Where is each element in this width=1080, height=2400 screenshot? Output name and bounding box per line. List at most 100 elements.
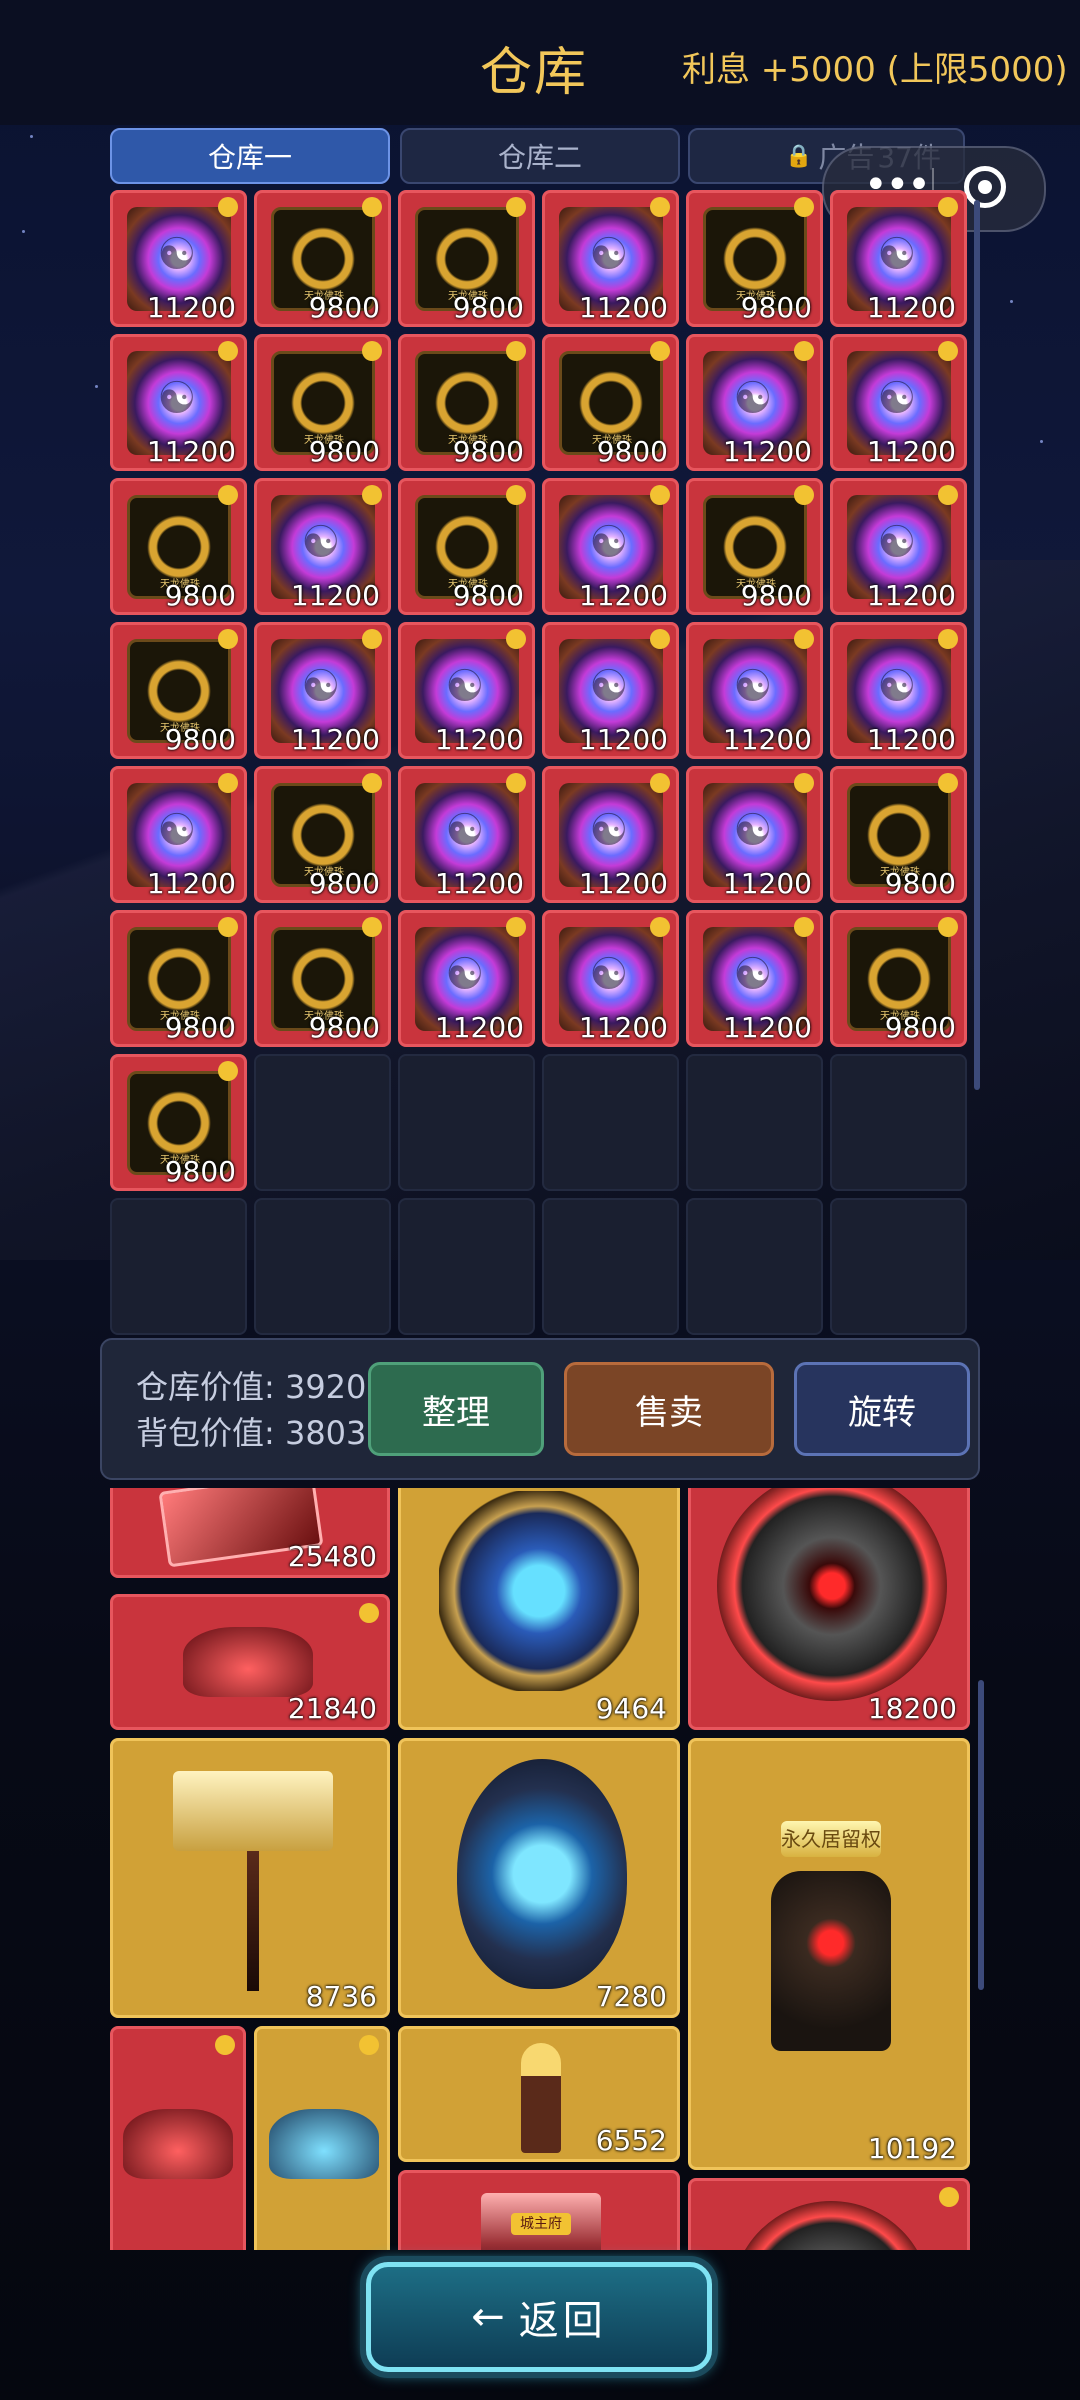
backpack-scrollbar[interactable]: [978, 1680, 984, 1990]
item-price: 11200: [146, 291, 236, 324]
warehouse-item-dragon-beads[interactable]: 9800: [686, 478, 823, 615]
warehouse-empty-slot[interactable]: [254, 1054, 391, 1191]
warehouse-item-dragon-beads[interactable]: 9800: [398, 190, 535, 327]
warehouse-empty-slot[interactable]: [542, 1054, 679, 1191]
sneakers-icon: [183, 1627, 313, 1697]
warehouse-empty-slot[interactable]: [830, 1198, 967, 1335]
warehouse-item-taiji-orb[interactable]: 11200: [686, 622, 823, 759]
new-badge-dot: [506, 197, 526, 217]
item-price: 9800: [308, 291, 380, 324]
new-badge-dot: [218, 629, 238, 649]
rotate-button[interactable]: 旋转: [794, 1362, 970, 1456]
warehouse-empty-slot[interactable]: [254, 1198, 391, 1335]
warehouse-item-taiji-orb[interactable]: 11200: [110, 190, 247, 327]
warehouse-item-dragon-beads[interactable]: 9800: [110, 1054, 247, 1191]
bag-item-red-orb[interactable]: 18200: [688, 1488, 970, 1730]
warehouse-item-taiji-orb[interactable]: 11200: [398, 766, 535, 903]
item-price: 11200: [866, 291, 956, 324]
warehouse-item-dragon-beads[interactable]: 9800: [686, 190, 823, 327]
warehouse-item-taiji-orb[interactable]: 11200: [110, 334, 247, 471]
sell-button[interactable]: 售卖: [564, 1362, 774, 1456]
warehouse-empty-slot[interactable]: [830, 1054, 967, 1191]
item-price: 9800: [164, 723, 236, 756]
warehouse-item-taiji-orb[interactable]: 11200: [542, 190, 679, 327]
bag-item-tech-badge[interactable]: 9464: [398, 1488, 680, 1730]
warehouse-item-taiji-orb[interactable]: 11200: [686, 334, 823, 471]
warehouse-item-taiji-orb[interactable]: 11200: [110, 766, 247, 903]
city-hall-plaque: 城主府: [511, 2213, 571, 2235]
bag-item-blue-sneakers[interactable]: [254, 2026, 390, 2250]
warehouse-scrollbar[interactable]: [974, 200, 980, 1090]
tab-warehouse-1[interactable]: 仓库一: [110, 128, 390, 184]
warehouse-empty-slot[interactable]: [686, 1198, 823, 1335]
sneakers-icon: [269, 2109, 379, 2179]
warehouse-item-taiji-orb[interactable]: 11200: [830, 622, 967, 759]
warehouse-empty-slot[interactable]: [398, 1054, 535, 1191]
bag-item-certificate[interactable]: 25480: [110, 1488, 390, 1578]
warehouse-item-taiji-orb[interactable]: 11200: [830, 190, 967, 327]
header-bar: 仓库 利息 +5000 (上限5000): [0, 0, 1080, 125]
item-price: 7280: [595, 1980, 667, 2013]
warehouse-item-dragon-beads[interactable]: 9800: [830, 766, 967, 903]
item-price: 11200: [722, 723, 812, 756]
bag-item-chairman-scepter[interactable]: 8736: [110, 1738, 390, 2018]
warehouse-item-taiji-orb[interactable]: 11200: [830, 334, 967, 471]
warehouse-item-dragon-beads[interactable]: 9800: [254, 766, 391, 903]
close-target-icon[interactable]: [964, 166, 1006, 208]
warehouse-item-dragon-beads[interactable]: 9800: [254, 334, 391, 471]
warehouse-item-dragon-beads[interactable]: 9800: [110, 478, 247, 615]
new-badge-dot: [359, 2035, 379, 2055]
warehouse-item-taiji-orb[interactable]: 11200: [542, 622, 679, 759]
warehouse-item-taiji-orb[interactable]: 11200: [830, 478, 967, 615]
back-button[interactable]: ← 返回: [366, 2262, 712, 2372]
bag-item-red-sneakers[interactable]: 21840: [110, 1594, 390, 1730]
warehouse-item-dragon-beads[interactable]: 9800: [830, 910, 967, 1047]
new-badge-dot: [362, 341, 382, 361]
bag-item-red-orb-2[interactable]: [688, 2178, 970, 2250]
new-badge-dot: [938, 197, 958, 217]
new-badge-dot: [650, 341, 670, 361]
item-price: 9800: [452, 435, 524, 468]
tab-warehouse-2[interactable]: 仓库二: [400, 128, 680, 184]
warehouse-empty-slot[interactable]: [542, 1198, 679, 1335]
warehouse-empty-slot[interactable]: [110, 1198, 247, 1335]
item-price: 9800: [164, 579, 236, 612]
bag-item-city-hall[interactable]: 城主府: [398, 2170, 680, 2250]
new-badge-dot: [359, 1603, 379, 1623]
warehouse-item-dragon-beads[interactable]: 9800: [254, 910, 391, 1047]
warehouse-item-taiji-orb[interactable]: 11200: [686, 910, 823, 1047]
warehouse-item-dragon-beads[interactable]: 9800: [398, 478, 535, 615]
warehouse-item-dragon-beads[interactable]: 9800: [254, 190, 391, 327]
backpack-grid: 25480 21840 9464 18200 8736 7280 永久居留权 1…: [110, 1488, 970, 2250]
warehouse-item-taiji-orb[interactable]: 11200: [542, 910, 679, 1047]
page-title: 仓库: [480, 43, 589, 103]
item-price: 6552: [595, 2124, 667, 2157]
bag-item-tech-egg[interactable]: 7280: [398, 1738, 680, 2018]
new-badge-dot: [794, 629, 814, 649]
warehouse-item-taiji-orb[interactable]: 11200: [686, 766, 823, 903]
warehouse-item-dragon-beads[interactable]: 9800: [110, 622, 247, 759]
hexagon-badge-icon: [439, 1491, 639, 1691]
new-badge-dot: [938, 773, 958, 793]
bag-item-permanent-residency[interactable]: 永久居留权 10192: [688, 1738, 970, 2170]
warehouse-item-taiji-orb[interactable]: 11200: [398, 622, 535, 759]
scepter-icon: [521, 2043, 561, 2153]
warehouse-empty-slot[interactable]: [686, 1054, 823, 1191]
warehouse-item-taiji-orb[interactable]: 11200: [254, 478, 391, 615]
item-price: 9800: [884, 1011, 956, 1044]
item-price: 9800: [452, 291, 524, 324]
new-badge-dot: [650, 917, 670, 937]
item-price: 11200: [434, 1011, 524, 1044]
bag-item-golden-scepter[interactable]: 6552: [398, 2026, 680, 2162]
warehouse-item-dragon-beads[interactable]: 9800: [398, 334, 535, 471]
warehouse-empty-slot[interactable]: [398, 1198, 535, 1335]
warehouse-item-dragon-beads[interactable]: 9800: [110, 910, 247, 1047]
warehouse-item-taiji-orb[interactable]: 11200: [542, 478, 679, 615]
warehouse-item-taiji-orb[interactable]: 11200: [398, 910, 535, 1047]
warehouse-item-dragon-beads[interactable]: 9800: [542, 334, 679, 471]
warehouse-item-taiji-orb[interactable]: 11200: [542, 766, 679, 903]
item-price: 8736: [305, 1980, 377, 2013]
warehouse-item-taiji-orb[interactable]: 11200: [254, 622, 391, 759]
bag-item-red-sneakers-2[interactable]: [110, 2026, 246, 2250]
sort-button[interactable]: 整理: [368, 1362, 544, 1456]
